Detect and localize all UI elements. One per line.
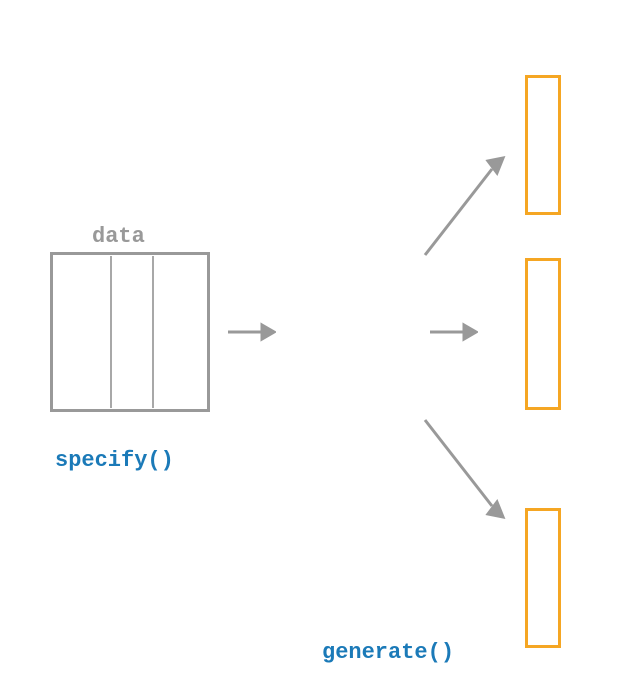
data-column-highlight [110, 256, 154, 408]
output-box-3 [525, 508, 561, 648]
specify-function-label: specify() [55, 448, 174, 473]
arrow-to-output-1 [420, 155, 510, 260]
data-label: data [92, 224, 145, 249]
arrow-data-to-center [226, 320, 276, 344]
output-box-1 [525, 75, 561, 215]
generate-function-label: generate() [322, 640, 454, 665]
arrow-to-output-3 [420, 415, 510, 520]
output-box-2 [525, 258, 561, 410]
arrow-to-output-2 [428, 320, 478, 344]
